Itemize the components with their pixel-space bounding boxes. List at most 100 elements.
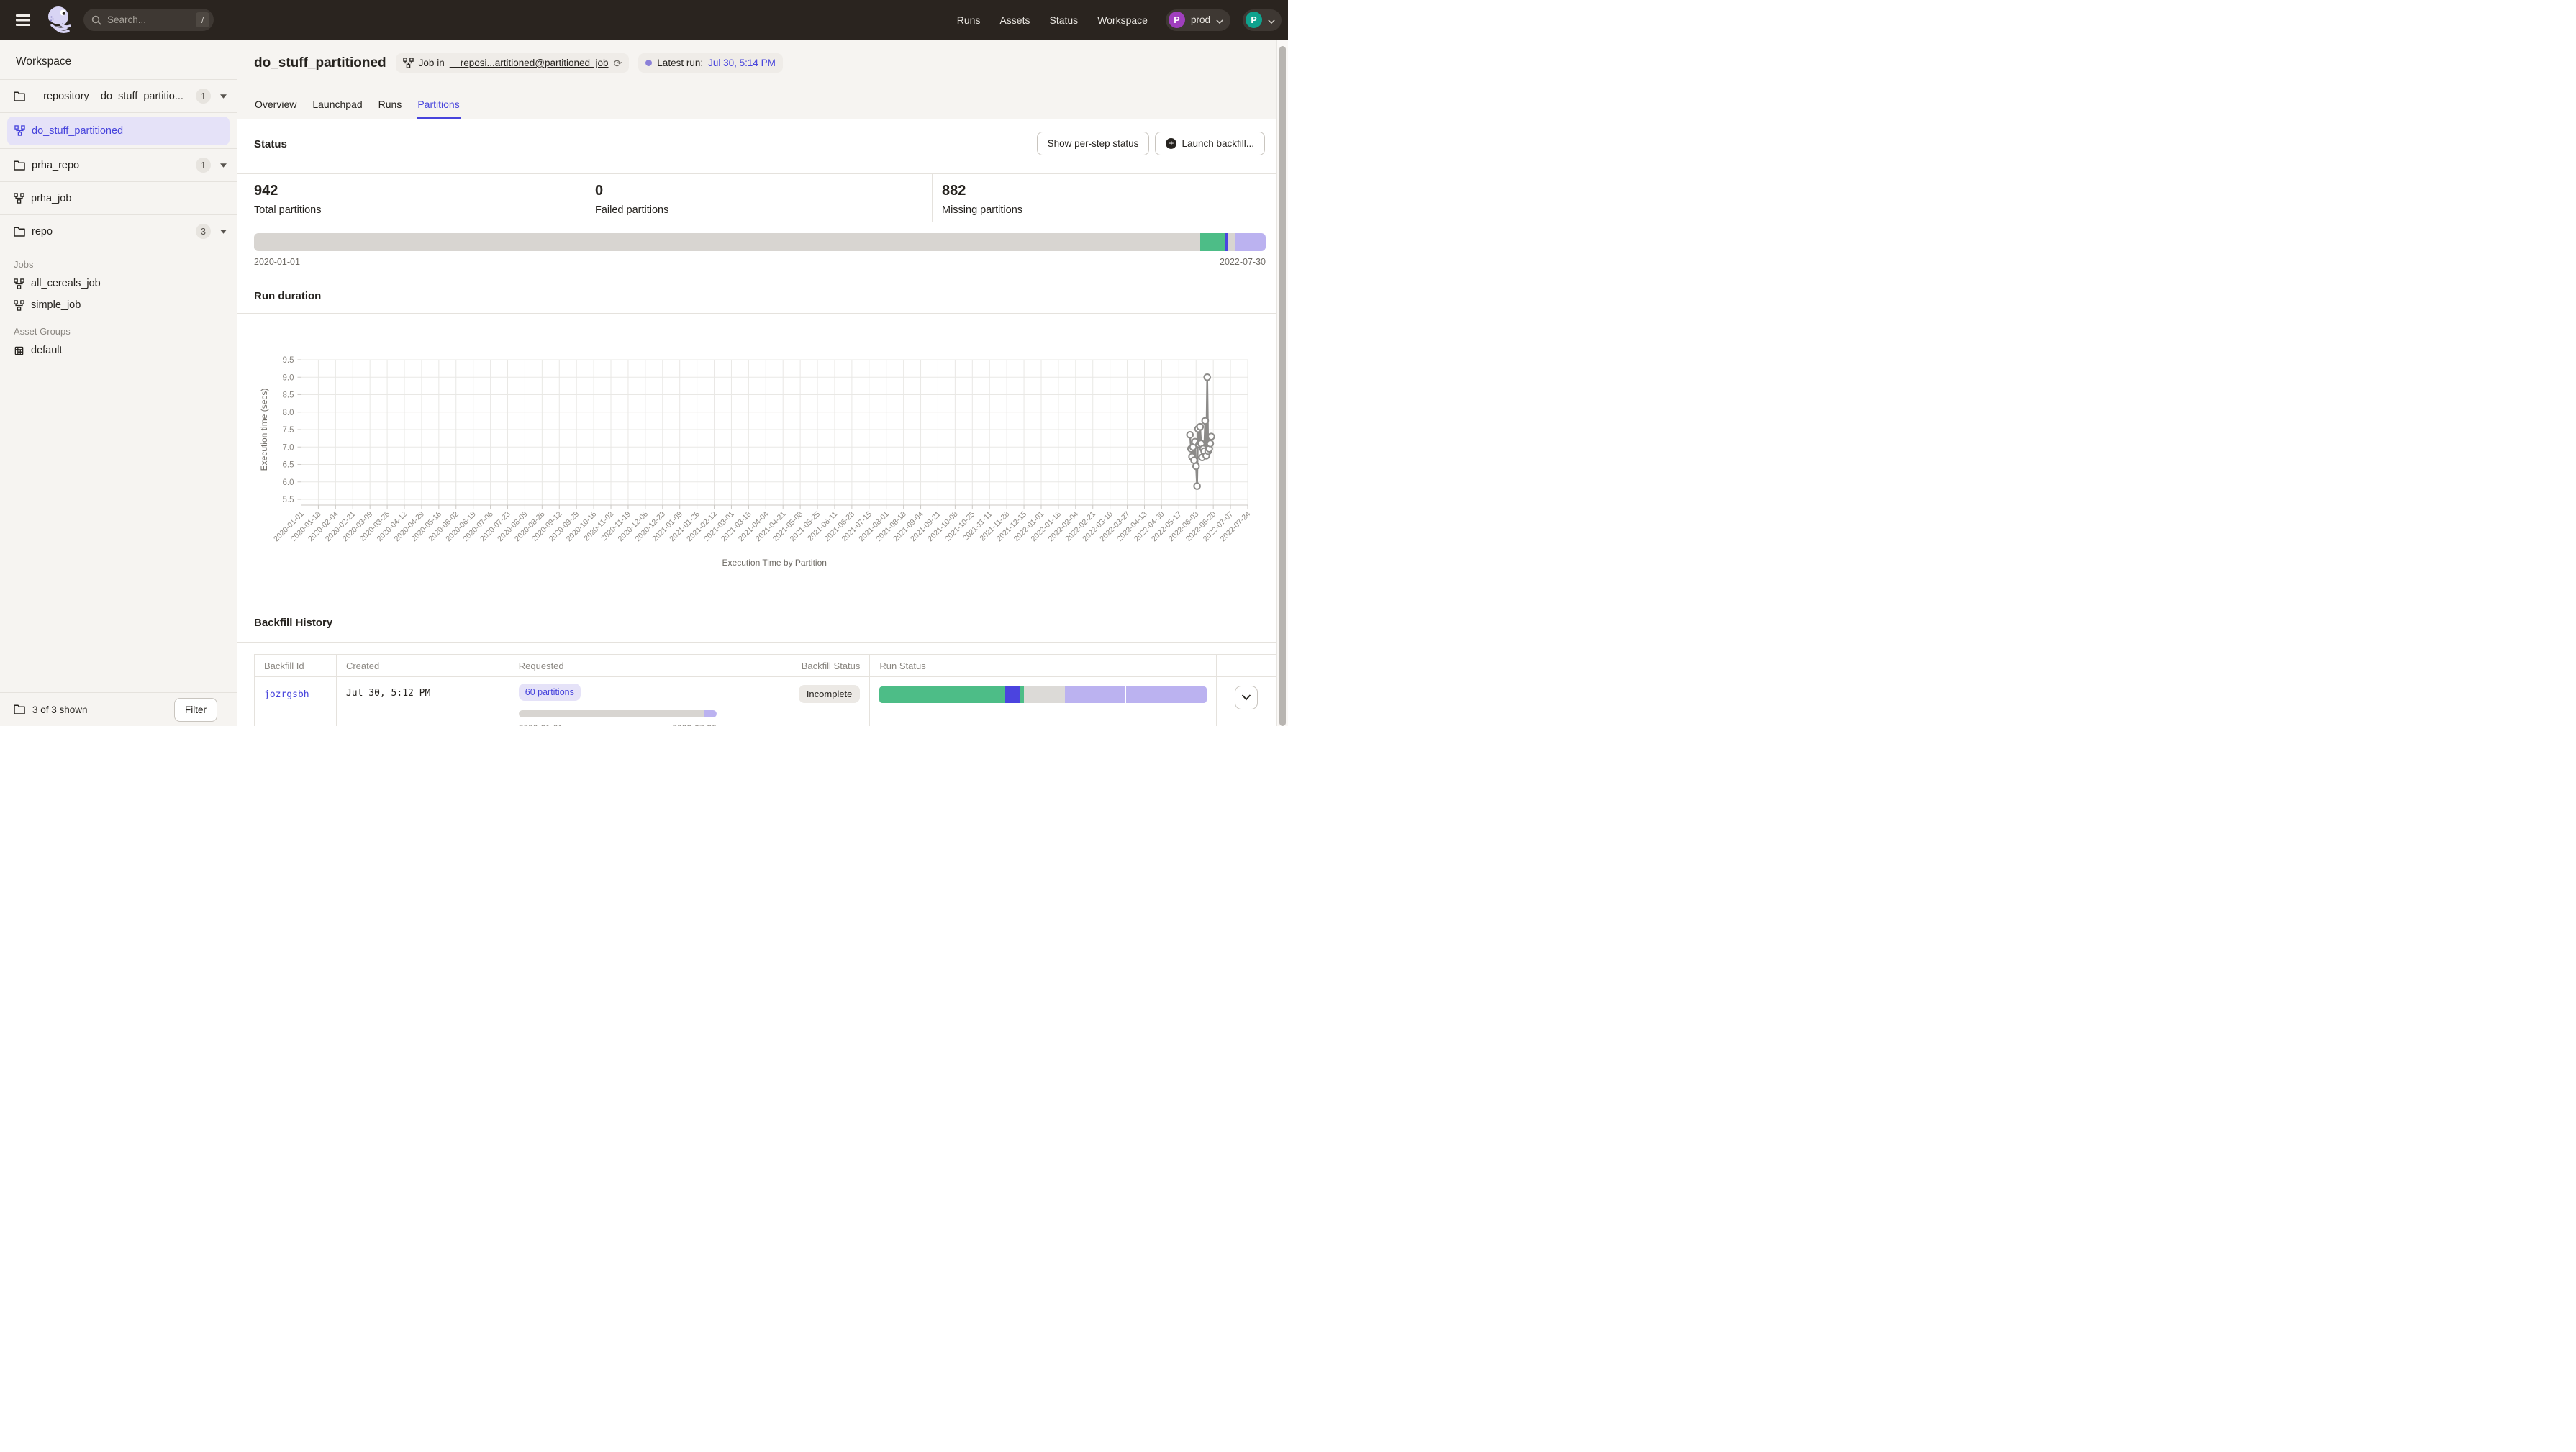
deployment-switcher[interactable]: P prod	[1166, 9, 1230, 31]
page-title: do_stuff_partitioned	[254, 55, 386, 71]
latest-run-prefix: Latest run:	[657, 58, 703, 68]
sidebar-job-all-cereals-job[interactable]: all_cereals_job	[0, 273, 237, 294]
svg-text:8.5: 8.5	[283, 391, 294, 400]
deployment-label: prod	[1191, 14, 1210, 25]
job-origin-link[interactable]: __reposi...artitioned@partitioned_job	[450, 58, 609, 68]
repository-list: __repository__do_stuff_partitio... 1 do_st…	[0, 79, 237, 248]
column-header-actions	[1217, 655, 1276, 676]
bar-segment	[1235, 233, 1265, 251]
job-origin-prefix: Job in	[419, 58, 445, 68]
sidebar-footer: 3 of 3 shown Filter	[0, 692, 237, 726]
search-input[interactable]: Search... /	[83, 9, 214, 31]
data-point	[1207, 440, 1214, 447]
nav-link-runs[interactable]: Runs	[957, 14, 981, 26]
asset-group-icon	[14, 345, 24, 356]
backfill-id-link[interactable]: jozrgsbh	[264, 689, 309, 700]
item-count-badge: 1	[196, 89, 211, 104]
caret-down-icon[interactable]	[220, 94, 227, 99]
partitions-content: Status Show per-step status Launch backf…	[237, 119, 1276, 726]
workspace-sidebar: Workspace __repository__do_stuff_partiti…	[0, 40, 237, 726]
chevron-down-icon	[1216, 14, 1223, 26]
sidebar-item-label: repo	[32, 226, 53, 237]
job-label: simple_job	[31, 299, 81, 311]
nav-link-workspace[interactable]: Workspace	[1097, 14, 1148, 26]
column-header-created: Created	[337, 655, 509, 676]
dagster-logo[interactable]	[45, 4, 75, 36]
caret-down-icon[interactable]	[220, 230, 227, 234]
sidebar-asset-group-default[interactable]: default	[0, 340, 237, 361]
menu-icon[interactable]	[16, 14, 30, 26]
show-per-step-status-button[interactable]: Show per-step status	[1037, 132, 1150, 155]
column-header-backfill-id: Backfill Id	[255, 655, 337, 676]
sidebar-item-do-stuff-partitioned[interactable]: do_stuff_partitioned	[0, 113, 237, 149]
filter-button[interactable]: Filter	[174, 698, 217, 722]
tab-launchpad[interactable]: Launchpad	[312, 99, 363, 119]
backfill-row: jozrgsbh Jul 30, 5:12 PM 60 partitions 2…	[255, 677, 1276, 726]
caret-down-icon[interactable]	[220, 163, 227, 168]
sidebar-item-label: prha_repo	[32, 160, 79, 171]
user-menu[interactable]: P	[1243, 9, 1282, 31]
bar-segment	[254, 233, 1200, 251]
bar-segment	[519, 710, 704, 717]
sidebar-item-repository-do-stuff-partitio[interactable]: __repository__do_stuff_partitio... 1	[0, 80, 237, 113]
column-header-requested: Requested	[509, 655, 725, 676]
svg-text:5.5: 5.5	[283, 496, 294, 504]
nav-link-assets[interactable]: Assets	[999, 14, 1030, 26]
asset-group-label: default	[31, 345, 63, 356]
backfill-table: Backfill IdCreatedRequestedBackfill Stat…	[254, 654, 1276, 726]
bar-segment	[704, 710, 717, 717]
data-point	[1202, 418, 1209, 425]
stat-value: 942	[254, 183, 322, 199]
nav-link-status[interactable]: Status	[1049, 14, 1078, 26]
sidebar-item-prha-job[interactable]: prha_job	[0, 182, 237, 215]
svg-text:7.0: 7.0	[283, 443, 294, 452]
data-point	[1208, 433, 1215, 440]
job-icon	[14, 193, 24, 204]
bar-segment	[961, 686, 1005, 703]
data-point	[1204, 374, 1210, 381]
data-point	[1197, 424, 1204, 430]
folder-icon	[14, 227, 25, 237]
asset-groups-group: Asset Groups default	[0, 322, 237, 361]
search-icon	[91, 15, 101, 25]
scrollbar-thumb[interactable]	[1279, 46, 1286, 726]
svg-text:9.5: 9.5	[283, 356, 294, 365]
sidebar-item-prha-repo[interactable]: prha_repo1	[0, 149, 237, 182]
latest-run-badge: Latest run: Jul 30, 5:14 PM	[638, 53, 783, 73]
requested-range-start: 2020-01-01	[519, 723, 563, 726]
sidebar-item-repo[interactable]: repo3	[0, 215, 237, 248]
asset-groups-heading: Asset Groups	[0, 322, 237, 340]
bar-segment	[1024, 686, 1065, 703]
sidebar-job-simple-job[interactable]: simple_job	[0, 294, 237, 316]
requested-partitions-badge[interactable]: 60 partitions	[519, 684, 581, 701]
partition-range-start: 2020-01-01	[254, 257, 300, 267]
backfill-created-cell: Jul 30, 5:12 PM	[337, 677, 509, 726]
job-origin-badge: Job in __reposi...artitioned@partitioned…	[396, 53, 630, 73]
refresh-icon[interactable]: ⟳	[614, 58, 622, 68]
run-status-bar[interactable]	[879, 686, 1207, 703]
folder-icon	[14, 160, 25, 171]
backfill-status-cell: Incomplete	[725, 677, 871, 726]
tab-runs[interactable]: Runs	[378, 99, 403, 119]
stat-failed-partitions: 0Failed partitions	[595, 183, 668, 216]
svg-text:9.0: 9.0	[283, 373, 294, 382]
data-point	[1193, 463, 1199, 470]
bar-segment	[1065, 686, 1125, 703]
expand-row-button[interactable]	[1235, 686, 1258, 709]
requested-progress-bar	[519, 710, 717, 717]
launch-backfill-button[interactable]: Launch backfill...	[1155, 132, 1265, 155]
tab-partitions[interactable]: Partitions	[417, 99, 460, 119]
partition-status-bar[interactable]	[254, 233, 1266, 251]
top-nav: Search... / Runs Assets Status Workspace P …	[0, 0, 1288, 40]
sidebar-item-label: __repository__do_stuff_partitio...	[32, 91, 183, 102]
sidebar-item-label: do_stuff_partitioned	[32, 125, 123, 137]
stat-value: 882	[942, 183, 1022, 199]
deployment-avatar: P	[1169, 12, 1185, 28]
latest-run-link[interactable]: Jul 30, 5:14 PM	[708, 58, 776, 68]
stat-label: Missing partitions	[942, 204, 1022, 216]
tab-overview[interactable]: Overview	[254, 99, 297, 119]
job-icon	[14, 125, 25, 136]
job-tabs: Overview Launchpad Runs Partitions	[254, 99, 461, 119]
column-header-run-status: Run Status	[870, 655, 1217, 676]
bar-segment	[1005, 686, 1020, 703]
